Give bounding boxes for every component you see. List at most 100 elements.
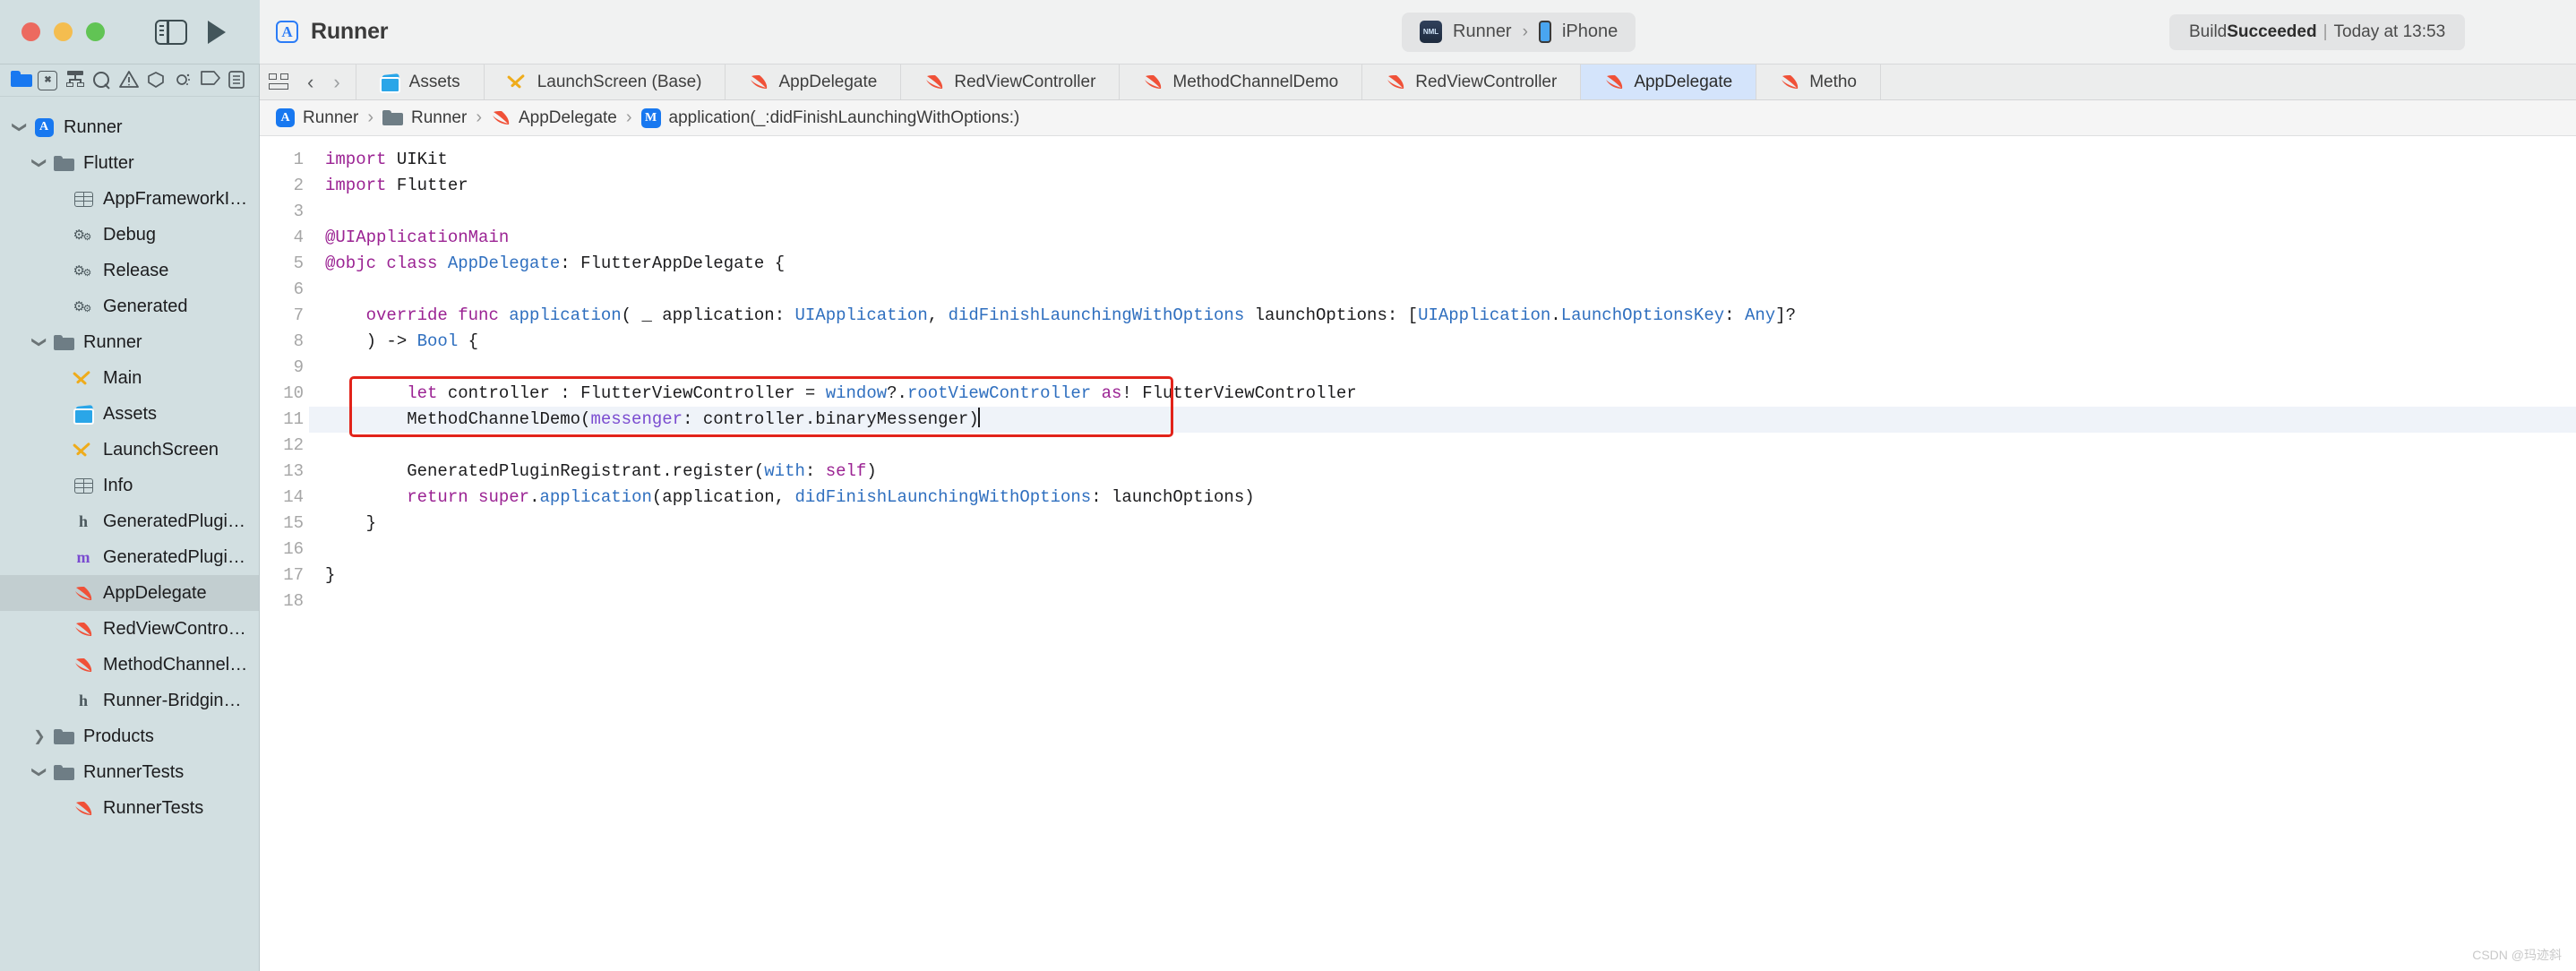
source-control-navigator-icon[interactable]: ✖ xyxy=(38,70,58,90)
code-line-2[interactable]: import Flutter xyxy=(309,173,2576,199)
code-token: : xyxy=(804,461,826,481)
status-state: Succeeded xyxy=(2227,21,2317,41)
device-name[interactable]: iPhone xyxy=(1562,21,1618,42)
tree-item-icon xyxy=(72,370,95,387)
folder-icon xyxy=(382,110,403,125)
tree-item-release[interactable]: ⚙ ⚙ Release xyxy=(0,253,259,288)
tree-item-launchscreen[interactable]: LaunchScreen xyxy=(0,432,259,468)
editor-tab-redviewcontroller[interactable]: RedViewController xyxy=(901,64,1121,99)
code-editor[interactable]: 1 2 3 4 5 6 7 8 9 10 11 12 13 14 15 16 17 18 import UIKit… xyxy=(260,136,2576,971)
breadcrumb-separator: › xyxy=(625,107,632,127)
tree-item-assets[interactable]: Assets xyxy=(0,396,259,432)
code-line-16[interactable] xyxy=(309,537,2576,563)
tree-item-runner[interactable]: ❯ Runner xyxy=(0,324,259,360)
tree-item-runner[interactable]: ❯ A Runner xyxy=(0,109,259,145)
tree-item-icon xyxy=(72,477,95,494)
code-line-10[interactable]: let controller : FlutterViewController =… xyxy=(309,381,2576,407)
code-line-4[interactable]: @UIApplicationMain xyxy=(309,225,2576,251)
code-token: UIApplication xyxy=(794,305,928,325)
tree-item-label: Flutter xyxy=(83,152,134,173)
report-navigator-icon[interactable] xyxy=(228,70,248,90)
tree-item-methodchanneldemo[interactable]: MethodChannelDemo xyxy=(0,647,259,683)
project-tree[interactable]: ❯ A Runner ❯ Flutter AppFrameworkInfo ⚙ ⚙ Debug ⚙… xyxy=(0,97,259,971)
tree-item-flutter[interactable]: ❯ Flutter xyxy=(0,145,259,181)
code-line-13[interactable]: GeneratedPluginRegistrant.register(with:… xyxy=(309,459,2576,485)
tab-icon xyxy=(506,73,528,90)
symbol-navigator-icon[interactable] xyxy=(65,70,85,90)
swift-file-icon xyxy=(924,73,944,90)
close-button[interactable] xyxy=(21,22,40,41)
sidebar-toggle-icon[interactable] xyxy=(155,19,187,45)
issue-navigator-icon[interactable] xyxy=(119,70,140,90)
debug-navigator-icon[interactable] xyxy=(174,71,193,90)
code-line-18[interactable] xyxy=(309,589,2576,614)
tree-item-redviewcontroller[interactable]: RedViewController xyxy=(0,611,259,647)
tree-item-icon xyxy=(72,657,95,674)
chevron-down-icon[interactable]: ❯ xyxy=(30,330,48,355)
code-token: func xyxy=(458,305,499,325)
tree-item-debug[interactable]: ⚙ ⚙ Debug xyxy=(0,217,259,253)
tree-item-runnertests[interactable]: RunnerTests xyxy=(0,790,259,826)
tree-item-appdelegate[interactable]: AppDelegate xyxy=(0,575,259,611)
run-play-icon[interactable] xyxy=(208,20,226,44)
code-token: class xyxy=(386,253,438,273)
breakpoint-navigator-icon[interactable] xyxy=(201,70,221,90)
breadcrumb-item-1[interactable]: Runner xyxy=(379,108,470,128)
chevron-down-icon[interactable]: ❯ xyxy=(30,150,48,176)
tree-item-appframeworkinfo[interactable]: AppFrameworkInfo xyxy=(0,181,259,217)
test-navigator-icon[interactable] xyxy=(147,71,167,90)
tree-item-generatedpluginregistrant[interactable]: h GeneratedPluginRegistrant xyxy=(0,503,259,539)
project-navigator-icon[interactable] xyxy=(11,71,30,90)
breadcrumb-item-3[interactable]: Mapplication(_:didFinishLaunchingWithOpt… xyxy=(638,107,1024,128)
tree-item-generatedpluginregistrant[interactable]: m GeneratedPluginRegistrant xyxy=(0,539,259,575)
code-line-3[interactable] xyxy=(309,199,2576,225)
chevron-down-icon[interactable]: ❯ xyxy=(30,760,48,785)
code-line-12[interactable] xyxy=(309,433,2576,459)
code-line-17[interactable]: } xyxy=(309,563,2576,589)
code-line-15[interactable]: } xyxy=(309,511,2576,537)
tree-item-generated[interactable]: ⚙ ⚙ Generated xyxy=(0,288,259,324)
editor-tab-appdelegate[interactable]: AppDelegate xyxy=(726,64,902,99)
breadcrumb-item-0[interactable]: A Runner xyxy=(272,108,362,128)
code-token: ( _ application: xyxy=(621,305,795,325)
editor-tab-label: Metho xyxy=(1809,72,1857,91)
tree-item-runner-bridging-header[interactable]: h Runner-Bridging-Header xyxy=(0,683,259,718)
code-line-5[interactable]: @objc class AppDelegate: FlutterAppDeleg… xyxy=(309,251,2576,277)
navigate-back-button[interactable]: ‹ xyxy=(297,71,323,94)
scheme-destination-chip[interactable]: NML Runner › iPhone xyxy=(1402,12,1636,52)
status-separator: | xyxy=(2323,21,2328,41)
tree-item-main[interactable]: Main xyxy=(0,360,259,396)
breadcrumb-item-2[interactable]: AppDelegate xyxy=(487,108,621,128)
xcode-app-icon: A xyxy=(276,21,298,43)
code-content[interactable]: import UIKit import Flutter @UIApplicatio… xyxy=(309,136,2576,614)
chevron-down-icon[interactable]: ❯ xyxy=(11,115,29,140)
navigate-forward-button[interactable]: › xyxy=(323,71,349,94)
scheme-name[interactable]: Runner xyxy=(1453,21,1512,42)
tree-item-info[interactable]: Info xyxy=(0,468,259,503)
code-line-7[interactable]: override func application( _ application… xyxy=(309,303,2576,329)
code-line-9[interactable] xyxy=(309,355,2576,381)
editor-tab-assets[interactable]: Assets xyxy=(356,64,485,99)
editor-tab-redviewcontroller[interactable]: RedViewController xyxy=(1362,64,1582,99)
minimize-button[interactable] xyxy=(54,22,73,41)
traffic-lights[interactable] xyxy=(21,22,105,41)
tree-item-products[interactable]: ❯ Products xyxy=(0,718,259,754)
status-badge[interactable]: Build Succeeded | Today at 13:53 xyxy=(2169,13,2466,50)
tree-item-runnertests[interactable]: ❯ RunnerTests xyxy=(0,754,259,790)
editor-tab-metho[interactable]: Metho xyxy=(1756,64,1881,99)
editor-tab-launchscreen-base-[interactable]: LaunchScreen (Base) xyxy=(485,64,726,99)
editor-tab-methodchanneldemo[interactable]: MethodChannelDemo xyxy=(1120,64,1363,99)
code-line-1[interactable]: import UIKit xyxy=(309,147,2576,173)
code-line-14[interactable]: return super.application(application, di… xyxy=(309,485,2576,511)
code-line-6[interactable] xyxy=(309,277,2576,303)
breadcrumb[interactable]: A Runner › Runner › AppDelegate › Mapplication(… xyxy=(260,100,2576,136)
code-line-8[interactable]: ) -> Bool { xyxy=(309,329,2576,355)
editor-tab-appdelegate[interactable]: AppDelegate xyxy=(1581,64,1757,99)
zoom-button[interactable] xyxy=(86,22,105,41)
editor-layout-icon[interactable] xyxy=(269,73,290,91)
code-line-11[interactable]: MethodChannelDemo(messenger: controller.… xyxy=(309,407,2576,433)
code-token: controller : FlutterViewController = xyxy=(437,383,826,403)
find-navigator-icon[interactable] xyxy=(92,71,112,90)
chevron-right-icon[interactable]: ❯ xyxy=(27,727,52,745)
